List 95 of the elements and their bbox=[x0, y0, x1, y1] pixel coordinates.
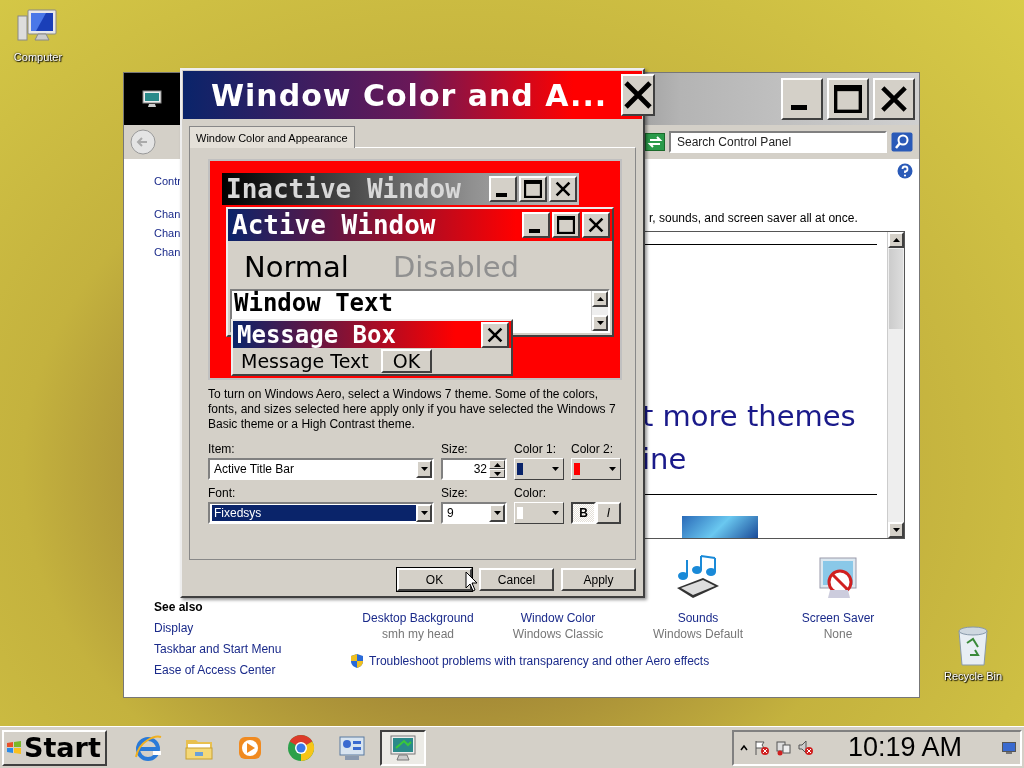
scroll-up-arrow-icon bbox=[892, 238, 900, 242]
close-button[interactable] bbox=[873, 78, 915, 120]
field-label: Font: bbox=[208, 487, 237, 500]
active-title-bar[interactable]: Active Window bbox=[228, 209, 612, 241]
message-box-preview[interactable]: Message Box Message Text OK bbox=[231, 319, 513, 376]
setting-link[interactable]: Screen Saver bbox=[801, 611, 875, 625]
instruction-text: To turn on Windows Aero, select a Windows 7 theme. Some of the colors, fonts, and sizes selected here apply only if you have selected the Windows 7 Basic theme or a High Contrast theme. bbox=[208, 387, 617, 432]
dropdown-arrow-icon bbox=[552, 511, 559, 515]
show-desktop-icon[interactable] bbox=[1002, 741, 1016, 754]
bold-button[interactable]: B bbox=[571, 502, 596, 524]
ok-button: OK bbox=[380, 349, 433, 373]
message-text: Message Text bbox=[241, 350, 369, 372]
field-label: Item: bbox=[208, 443, 236, 456]
dropdown-arrow-icon bbox=[420, 467, 428, 471]
setting-link[interactable]: Desktop Background bbox=[362, 611, 474, 625]
minimize-icon bbox=[528, 229, 540, 233]
close-icon bbox=[555, 181, 571, 197]
minimize-icon bbox=[495, 193, 507, 197]
monitor-icon bbox=[142, 90, 162, 108]
dropdown-arrow-icon bbox=[609, 467, 616, 471]
setting-value: Windows Classic bbox=[512, 627, 604, 641]
window-title: Active Window bbox=[232, 212, 437, 238]
network-error-icon[interactable] bbox=[776, 739, 792, 756]
windows-flag-icon bbox=[6, 739, 22, 756]
clock[interactable]: 10:19 AM bbox=[848, 732, 996, 763]
see-also-link[interactable]: Display bbox=[154, 621, 344, 635]
italic-button[interactable]: I bbox=[596, 502, 621, 524]
close-icon bbox=[880, 85, 908, 113]
troubleshoot-link[interactable]: Troubleshoot problems with transparency and other Aero effects bbox=[369, 654, 710, 668]
item-dropdown[interactable]: Active Title Bar bbox=[208, 458, 434, 480]
message-title-bar[interactable]: Message Box bbox=[233, 321, 511, 348]
shield-icon bbox=[350, 653, 364, 669]
font-dropdown[interactable]: Fixedsys bbox=[208, 502, 434, 524]
mouse-pointer-icon bbox=[465, 571, 478, 592]
close-button[interactable] bbox=[621, 74, 656, 116]
field-label: Size: bbox=[441, 487, 469, 500]
scrollbar-thumb[interactable] bbox=[889, 249, 903, 329]
refresh-icon[interactable] bbox=[645, 133, 665, 151]
chevron-up-icon[interactable] bbox=[740, 743, 748, 752]
maximize-icon bbox=[834, 85, 862, 113]
minimize-button[interactable] bbox=[781, 78, 823, 120]
field-label: Color 2: bbox=[571, 443, 615, 456]
maximize-icon bbox=[524, 180, 542, 198]
see-also-link[interactable]: Taskbar and Start Menu bbox=[154, 642, 344, 656]
scroll-up-button[interactable] bbox=[888, 232, 904, 248]
setting-link[interactable]: Window Color bbox=[520, 611, 596, 625]
field-label: Color 1: bbox=[514, 443, 558, 456]
search-field[interactable]: Search Control Panel bbox=[669, 131, 887, 153]
start-button[interactable]: Start bbox=[2, 729, 107, 766]
close-icon bbox=[487, 326, 503, 343]
flag-error-icon[interactable] bbox=[754, 739, 770, 756]
speaker-muted-icon[interactable] bbox=[798, 739, 814, 756]
size-spinner[interactable]: 32 bbox=[441, 458, 507, 480]
theme-thumbnail[interactable] bbox=[682, 516, 758, 538]
dropdown-arrow-icon bbox=[493, 511, 501, 515]
preview-area[interactable]: Inactive Window Active Window Normal Disabled Window Text Message Box Message Text OK bbox=[208, 159, 622, 380]
color-picker[interactable] bbox=[571, 458, 621, 480]
dropdown-arrow-icon bbox=[420, 511, 428, 515]
taskbar-app-button[interactable] bbox=[379, 729, 426, 766]
spin-down-icon bbox=[493, 471, 501, 476]
color-picker[interactable] bbox=[514, 458, 564, 480]
theme-group-heading[interactable]: ine bbox=[642, 438, 877, 482]
see-also-link[interactable]: Ease of Access Center bbox=[154, 663, 344, 677]
scroll-up-arrow-icon bbox=[596, 297, 604, 301]
see-also-heading: See also bbox=[154, 600, 204, 614]
scroll-down-arrow-icon bbox=[596, 321, 604, 325]
window-title: Inactive Window bbox=[226, 176, 462, 202]
close-icon bbox=[588, 217, 604, 233]
scroll-down-button[interactable] bbox=[888, 522, 904, 538]
scroll-down-arrow-icon bbox=[892, 528, 900, 532]
recycle-bin-icon[interactable] bbox=[956, 625, 990, 667]
help-icon[interactable] bbox=[897, 163, 913, 179]
dialog-button[interactable]: Cancel bbox=[479, 568, 554, 591]
chrome-icon bbox=[285, 732, 316, 763]
font-size-dropdown[interactable]: 9 bbox=[441, 502, 507, 524]
dialog-title: Window Color and A... bbox=[211, 77, 608, 113]
setting-value: smh my head bbox=[382, 627, 454, 641]
monitor-icon bbox=[387, 732, 418, 763]
tab[interactable]: Window Color and Appearance bbox=[189, 126, 355, 148]
setting-link[interactable]: Sounds bbox=[677, 611, 719, 625]
minimize-icon bbox=[791, 104, 807, 110]
setting-value: Windows Default bbox=[652, 627, 743, 641]
field-label: Color: bbox=[514, 487, 547, 500]
maximize-button[interactable] bbox=[827, 78, 869, 120]
dialog-button[interactable]: Apply bbox=[561, 568, 636, 591]
search-button[interactable] bbox=[891, 132, 913, 152]
description-text: r, sounds, and screen saver all at once. bbox=[649, 211, 858, 225]
spin-up-icon bbox=[493, 462, 501, 467]
setting-value: None bbox=[823, 627, 853, 641]
color-picker[interactable] bbox=[514, 502, 564, 524]
close-icon bbox=[623, 80, 654, 110]
maximize-icon bbox=[557, 216, 575, 234]
field-label: Size: bbox=[441, 443, 469, 456]
dropdown-arrow-icon bbox=[552, 467, 559, 471]
normal-text[interactable]: Normal bbox=[244, 250, 349, 284]
